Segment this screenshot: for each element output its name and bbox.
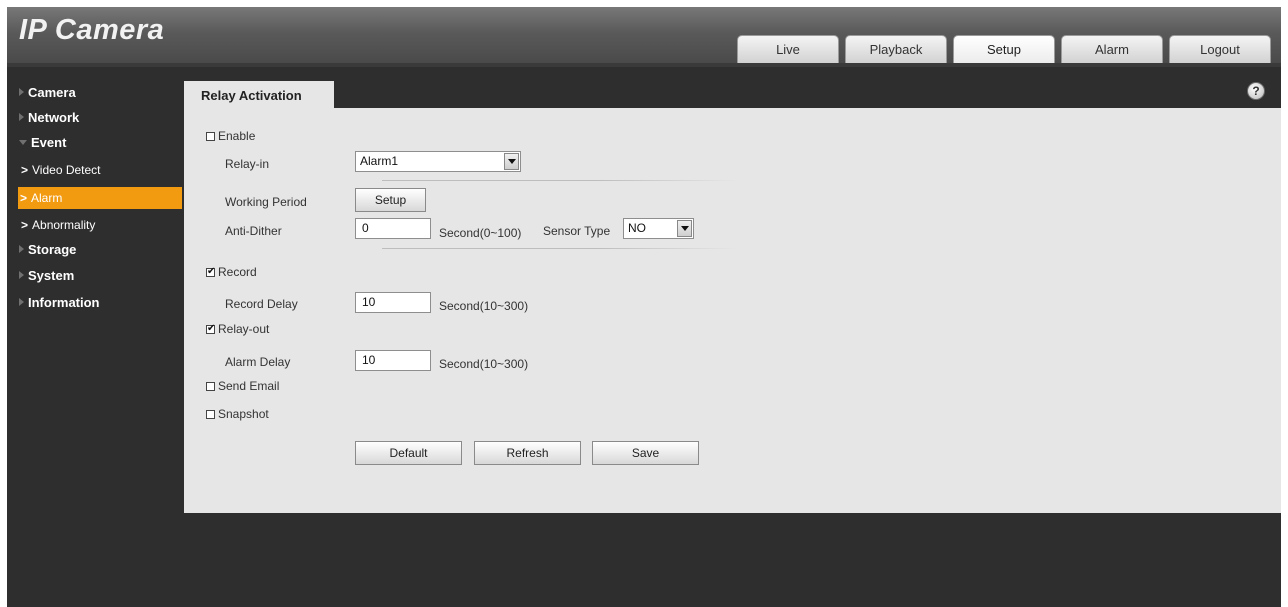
divider xyxy=(382,180,738,181)
tab-relay-activation[interactable]: Relay Activation xyxy=(184,81,334,108)
sidebar-subitem-alarm[interactable]: > Alarm xyxy=(18,187,182,209)
sidebar-item-event[interactable]: Event xyxy=(19,135,66,150)
app-logo: IP Camera xyxy=(19,14,165,46)
sidebar-item-label: Event xyxy=(31,135,67,150)
relay-in-value: Alarm1 xyxy=(360,154,399,168)
collapsed-arrow-icon xyxy=(19,271,24,279)
header-bar: IP Camera Live Playback Setup Alarm Logo… xyxy=(7,7,1281,63)
record-delay-input[interactable]: 10 xyxy=(355,292,431,313)
chevron-right-icon: > xyxy=(21,218,29,232)
collapsed-arrow-icon xyxy=(19,245,24,253)
sidebar-item-label: Storage xyxy=(28,242,77,257)
anti-dither-input[interactable]: 0 xyxy=(355,218,431,239)
sidebar-item-system[interactable]: System xyxy=(19,268,74,283)
expanded-arrow-icon xyxy=(19,140,27,145)
tab-live[interactable]: Live xyxy=(737,35,839,63)
sensor-type-value: NO xyxy=(628,221,646,235)
tab-alarm[interactable]: Alarm xyxy=(1061,35,1163,63)
send-email-checkbox[interactable] xyxy=(206,382,215,391)
alarm-delay-label: Alarm Delay xyxy=(225,355,291,369)
tab-setup[interactable]: Setup xyxy=(953,35,1055,63)
dropdown-arrow-icon xyxy=(504,153,519,170)
working-period-label: Working Period xyxy=(225,195,307,209)
sidebar-item-camera[interactable]: Camera xyxy=(19,85,76,100)
collapsed-arrow-icon xyxy=(19,298,24,306)
sensor-type-select[interactable]: NO xyxy=(623,218,694,239)
divider xyxy=(382,248,738,249)
sidebar-item-information[interactable]: Information xyxy=(19,295,100,310)
chevron-right-icon: > xyxy=(20,191,28,205)
record-delay-label: Record Delay xyxy=(225,297,298,311)
app-window: IP Camera Live Playback Setup Alarm Logo… xyxy=(7,7,1281,607)
help-icon[interactable]: ? xyxy=(1247,82,1265,100)
settings-panel: Enable Relay-in Alarm1 Working Period Se… xyxy=(184,108,1281,513)
sidebar-item-label: Network xyxy=(28,110,80,125)
save-button[interactable]: Save xyxy=(592,441,699,465)
relay-out-label: Relay-out xyxy=(218,322,270,336)
sidebar-subitem-label: Alarm xyxy=(31,191,63,205)
relay-in-select[interactable]: Alarm1 xyxy=(355,151,521,172)
snapshot-checkbox[interactable] xyxy=(206,410,215,419)
anti-dither-label: Anti-Dither xyxy=(225,224,282,238)
default-button[interactable]: Default xyxy=(355,441,462,465)
sidebar-item-label: System xyxy=(28,268,75,283)
record-checkbox[interactable] xyxy=(206,266,215,278)
relay-in-label: Relay-in xyxy=(225,157,270,171)
snapshot-label: Snapshot xyxy=(218,407,269,421)
alarm-delay-unit: Second(10~300) xyxy=(439,357,529,371)
sidebar-subitem-label: Video Detect xyxy=(32,163,101,177)
collapsed-arrow-icon xyxy=(19,88,24,96)
sidebar-item-label: Information xyxy=(28,295,100,310)
tab-logout[interactable]: Logout xyxy=(1169,35,1271,63)
record-delay-unit: Second(10~300) xyxy=(439,299,529,313)
dropdown-arrow-icon xyxy=(677,220,692,237)
anti-dither-unit: Second(0~100) xyxy=(439,226,522,240)
working-period-setup-button[interactable]: Setup xyxy=(355,188,426,212)
sidebar-subitem-abnormality[interactable]: > Abnormality xyxy=(19,214,182,236)
refresh-button[interactable]: Refresh xyxy=(474,441,581,465)
sidebar-item-label: Camera xyxy=(28,85,76,100)
alarm-delay-input[interactable]: 10 xyxy=(355,350,431,371)
sidebar-subitem-label: Abnormality xyxy=(32,218,96,232)
sidebar-subitem-video-detect[interactable]: > Video Detect xyxy=(19,159,182,181)
chevron-right-icon: > xyxy=(21,163,29,177)
sidebar-item-network[interactable]: Network xyxy=(19,110,79,125)
collapsed-arrow-icon xyxy=(19,113,24,121)
enable-checkbox[interactable] xyxy=(206,132,215,141)
header-divider xyxy=(7,63,1281,67)
enable-label: Enable xyxy=(218,129,256,143)
record-label: Record xyxy=(218,265,257,279)
sidebar-item-storage[interactable]: Storage xyxy=(19,242,76,257)
relay-out-checkbox[interactable] xyxy=(206,323,215,335)
send-email-label: Send Email xyxy=(218,379,280,393)
tab-playback[interactable]: Playback xyxy=(845,35,947,63)
sensor-type-label: Sensor Type xyxy=(543,224,611,238)
